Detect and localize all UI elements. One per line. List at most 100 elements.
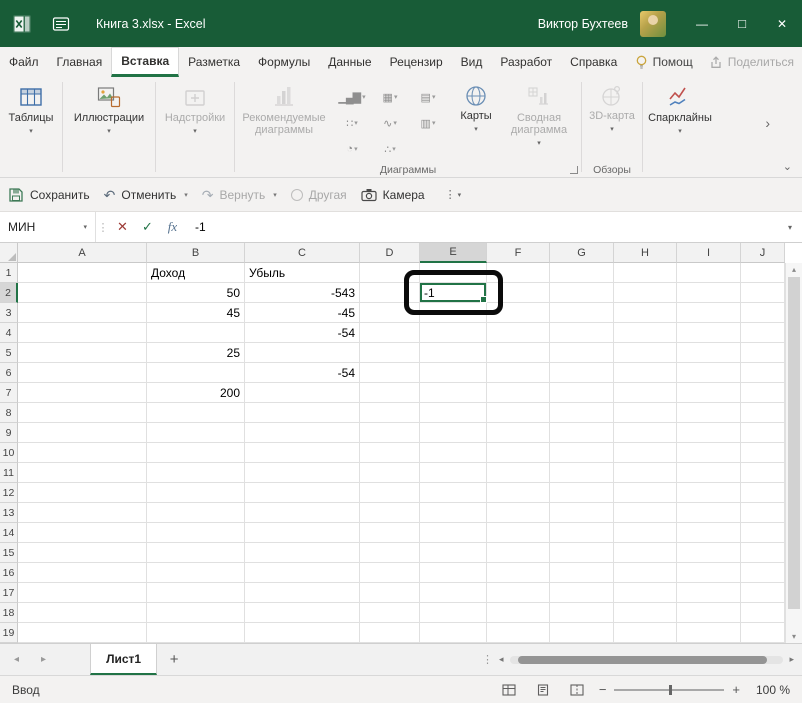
zoom-in-button[interactable]: + [732,682,740,697]
cell-J4[interactable] [741,323,785,343]
horizontal-scrollbar[interactable]: ⋮ ◂ ▸ [482,644,802,675]
tab-Разметка[interactable]: Разметка [179,47,249,77]
cell-C12[interactable] [245,483,360,503]
column-header-I[interactable]: I [677,243,741,263]
cell-E18[interactable] [420,603,487,623]
cell-F8[interactable] [487,403,550,423]
cell-I18[interactable] [677,603,741,623]
vertical-scrollbar[interactable]: ▴ ▾ [785,263,802,643]
row-header-11[interactable]: 11 [0,463,18,483]
cell-G5[interactable] [550,343,614,363]
cell-I17[interactable] [677,583,741,603]
cell-I16[interactable] [677,563,741,583]
cell-E1[interactable] [420,263,487,283]
cell-F15[interactable] [487,543,550,563]
cell-J18[interactable] [741,603,785,623]
insert-line-chart-button[interactable]: ∿▾ [371,110,409,136]
cell-H11[interactable] [614,463,677,483]
cell-I1[interactable] [677,263,741,283]
cell-I10[interactable] [677,443,741,463]
cell-F12[interactable] [487,483,550,503]
cell-I2[interactable] [677,283,741,303]
row-header-13[interactable]: 13 [0,503,18,523]
cell-A15[interactable] [18,543,147,563]
cell-B14[interactable] [147,523,245,543]
cell-A7[interactable] [18,383,147,403]
cell-C3[interactable]: -45 [245,303,360,323]
cell-J1[interactable] [741,263,785,283]
cell-E15[interactable] [420,543,487,563]
cell-B18[interactable] [147,603,245,623]
cell-A5[interactable] [18,343,147,363]
cell-B10[interactable] [147,443,245,463]
cell-H9[interactable] [614,423,677,443]
cell-E2[interactable]: -1 [420,283,487,303]
save-button[interactable]: Сохранить [8,187,90,203]
tab-Рецензир[interactable]: Рецензир [381,47,452,77]
cell-G2[interactable] [550,283,614,303]
row-header-2[interactable]: 2 [0,283,18,303]
row-header-16[interactable]: 16 [0,563,18,583]
cell-G6[interactable] [550,363,614,383]
cell-C19[interactable] [245,623,360,643]
cell-E5[interactable] [420,343,487,363]
cell-D19[interactable] [360,623,420,643]
column-header-H[interactable]: H [614,243,677,263]
cell-A1[interactable] [18,263,147,283]
cell-C18[interactable] [245,603,360,623]
redo-button[interactable]: ↷ Вернуть ▾ [202,188,277,202]
cell-B9[interactable] [147,423,245,443]
cell-H7[interactable] [614,383,677,403]
cell-I6[interactable] [677,363,741,383]
cell-I3[interactable] [677,303,741,323]
recommended-charts-button[interactable]: Рекомендуемые диаграммы [235,79,333,163]
cell-G11[interactable] [550,463,614,483]
cell-F13[interactable] [487,503,550,523]
cell-F7[interactable] [487,383,550,403]
cell-I12[interactable] [677,483,741,503]
cell-D4[interactable] [360,323,420,343]
minimize-button[interactable]: — [682,0,722,47]
cell-H2[interactable] [614,283,677,303]
cell-G18[interactable] [550,603,614,623]
cell-G14[interactable] [550,523,614,543]
cell-D12[interactable] [360,483,420,503]
cell-A12[interactable] [18,483,147,503]
cell-J3[interactable] [741,303,785,323]
cell-H10[interactable] [614,443,677,463]
user-name[interactable]: Виктор Бухтеев [538,17,628,31]
cell-H3[interactable] [614,303,677,323]
cell-B4[interactable] [147,323,245,343]
splitter-dots-icon[interactable]: ⋮ [482,653,493,666]
cell-B7[interactable]: 200 [147,383,245,403]
cell-I9[interactable] [677,423,741,443]
illustrations-button[interactable]: Иллюстрации ▾ [63,79,155,163]
cell-B13[interactable] [147,503,245,523]
cell-E3[interactable] [420,303,487,323]
cell-F17[interactable] [487,583,550,603]
ribbon-display-options-icon[interactable] [52,15,70,33]
cell-H17[interactable] [614,583,677,603]
cell-A2[interactable] [18,283,147,303]
zoom-slider-thumb[interactable] [669,685,672,695]
cell-I11[interactable] [677,463,741,483]
cell-E7[interactable] [420,383,487,403]
cell-D1[interactable] [360,263,420,283]
expand-formula-bar-icon[interactable]: ▾ [778,212,802,242]
maps-button[interactable]: Карты ▾ [451,79,501,163]
row-header-8[interactable]: 8 [0,403,18,423]
cell-E10[interactable] [420,443,487,463]
cell-F18[interactable] [487,603,550,623]
column-header-D[interactable]: D [360,243,420,263]
cell-F5[interactable] [487,343,550,363]
cell-F2[interactable] [487,283,550,303]
row-header-3[interactable]: 3 [0,303,18,323]
cell-C6[interactable]: -54 [245,363,360,383]
cell-A6[interactable] [18,363,147,383]
cell-D7[interactable] [360,383,420,403]
cancel-entry-button[interactable]: ✕ [110,212,135,242]
cell-H18[interactable] [614,603,677,623]
addins-button[interactable]: Надстройки ▾ [156,79,234,163]
cell-I4[interactable] [677,323,741,343]
cell-E16[interactable] [420,563,487,583]
